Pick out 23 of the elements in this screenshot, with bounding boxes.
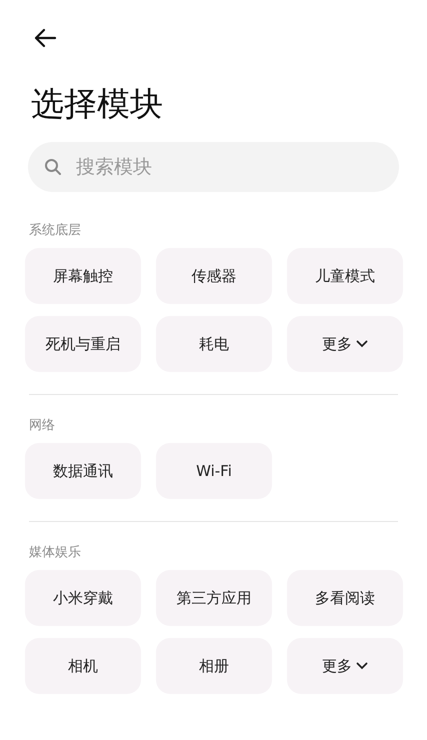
module-button[interactable]: Wi-Fi [156, 443, 272, 499]
page-title: 选择模块 [31, 84, 164, 124]
module-button[interactable]: 死机与重启 [25, 316, 141, 372]
module-button[interactable]: 屏幕触控 [25, 248, 141, 304]
module-button[interactable]: 多看阅读 [287, 570, 403, 626]
chevron-down-icon [356, 340, 368, 348]
chevron-down-icon [356, 662, 368, 670]
module-button[interactable]: 数据通讯 [25, 443, 141, 499]
module-button[interactable]: 第三方应用 [156, 570, 272, 626]
section-label: 系统底层 [28, 222, 82, 240]
module-button[interactable]: 耗电 [156, 316, 272, 372]
module-button[interactable]: 小米穿戴 [25, 570, 141, 626]
module-button[interactable]: 传感器 [156, 248, 272, 304]
module-button[interactable]: 相机 [25, 638, 141, 694]
more-button[interactable]: 更多 [287, 316, 403, 372]
search-field[interactable]: 搜索模块 [28, 142, 399, 192]
section-label: 媒体娱乐 [28, 544, 82, 562]
module-button[interactable]: 相册 [156, 638, 272, 694]
more-button[interactable]: 更多 [287, 638, 403, 694]
back-icon[interactable] [33, 28, 57, 48]
search-icon [44, 158, 62, 176]
module-button[interactable]: 儿童模式 [287, 248, 403, 304]
section-label: 网络 [28, 417, 56, 435]
